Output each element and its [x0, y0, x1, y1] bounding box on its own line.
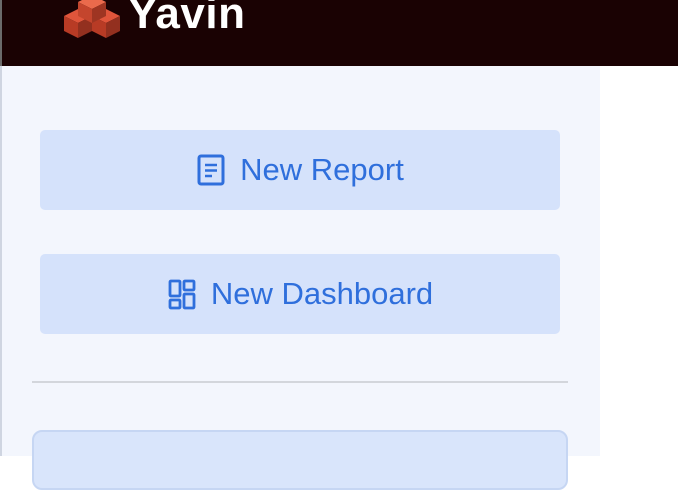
- new-dashboard-button[interactable]: New Dashboard: [40, 254, 560, 334]
- new-report-label: New Report: [240, 152, 404, 187]
- app-logo[interactable]: Yavin: [62, 0, 245, 42]
- sidebar-divider: [32, 381, 568, 383]
- app-header: Yavin: [0, 0, 678, 66]
- dashboard-icon: [167, 278, 197, 310]
- new-dashboard-label: New Dashboard: [210, 276, 434, 311]
- new-report-button[interactable]: New Report: [40, 130, 560, 210]
- stacked-cubes-logo-icon: [64, 0, 120, 38]
- app-name: Yavin: [128, 0, 246, 38]
- sidebar-card[interactable]: [32, 430, 568, 490]
- document-icon: [196, 154, 226, 186]
